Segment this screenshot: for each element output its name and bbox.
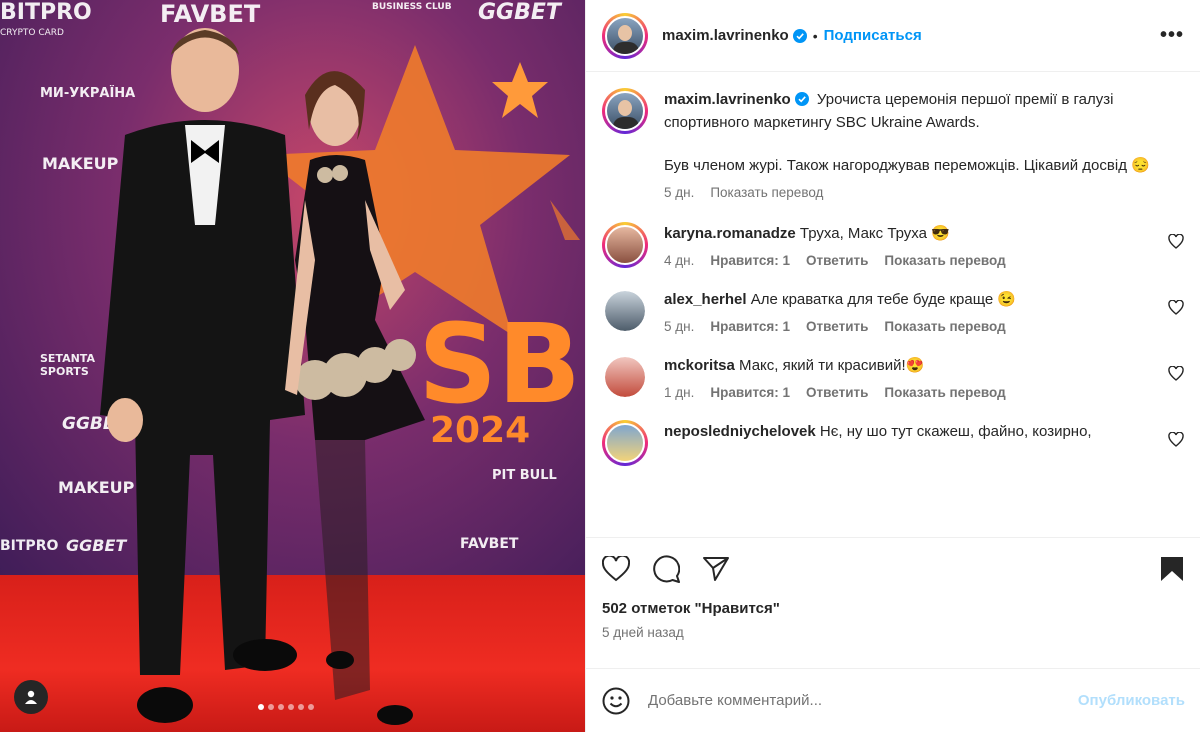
publish-button[interactable]: Опубликовать (1078, 692, 1185, 709)
comment-likes[interactable]: Нравится: 1 (710, 253, 790, 268)
author-avatar[interactable] (602, 12, 648, 59)
like-icon[interactable] (602, 556, 630, 582)
comment-text: neposledniychelovek Нє, ну шо тут скажеш… (664, 420, 1154, 443)
reply-button[interactable]: Ответить (806, 385, 868, 400)
comment-icon[interactable] (652, 555, 680, 583)
carousel-dot (268, 704, 274, 710)
star-graphic-small (492, 62, 548, 118)
follow-button[interactable]: Подписаться (824, 27, 922, 44)
comment-meta: 5 дн. Нравится: 1 Ответить Показать пере… (664, 319, 1154, 334)
comment-like-icon[interactable] (1168, 432, 1184, 448)
comment-body: Макс, який ти красивий!😍 (739, 357, 925, 374)
save-icon[interactable] (1160, 556, 1184, 582)
post-panel: maxim.lavrinenko • Подписаться ••• maxim… (585, 0, 1200, 732)
comment-item: alex_herhel Але краватка для тебе буде к… (602, 268, 1184, 334)
sponsor-logo: PIT BULL (492, 468, 557, 483)
caption-line-2: Був членом журі. Також нагороджував пере… (664, 157, 1150, 174)
caption-text: maxim.lavrinenko Урочиста церемонія перш… (664, 88, 1184, 134)
user-icon (25, 690, 37, 704)
comment-text: mckoritsa Макс, який ти красивий!😍 (664, 354, 1154, 377)
comment-time[interactable]: 5 дн. (664, 319, 694, 334)
comment-composer: Добавьте комментарий... Опубликовать (586, 668, 1200, 732)
commenter-avatar[interactable] (605, 291, 645, 331)
comments-list[interactable]: maxim.lavrinenko Урочиста церемонія перш… (586, 72, 1200, 537)
sponsor-logo: BUSINESS CLUB (372, 2, 452, 12)
commenter-avatar[interactable] (602, 420, 648, 466)
carousel-dot (308, 704, 314, 710)
comment-text: alex_herhel Але краватка для тебе буде к… (664, 288, 1154, 311)
action-bar: 502 отметок "Нравится" 5 дней назад (586, 537, 1200, 667)
post-header: maxim.lavrinenko • Подписаться ••• (586, 0, 1200, 72)
sponsor-logo: BITPRO (0, 538, 59, 554)
carousel-dot (298, 704, 304, 710)
caption: maxim.lavrinenko Урочиста церемонія перш… (602, 72, 1184, 200)
commenter-avatar[interactable] (605, 357, 645, 397)
commenter-username[interactable]: neposledniychelovek (664, 423, 816, 440)
carousel-indicator (258, 704, 314, 710)
commenter-username[interactable]: karyna.romanadze (664, 225, 796, 242)
share-icon[interactable] (702, 556, 730, 582)
comment-body: Але краватка для тебе буде краще 😉 (750, 291, 1017, 308)
likes-count[interactable]: 502 отметок "Нравится" (602, 600, 1184, 617)
sponsor-logo: FAVBET (160, 0, 261, 28)
commenter-avatar[interactable] (602, 222, 648, 268)
post-date: 5 дней назад (602, 625, 684, 640)
comment-meta: 1 дн. Нравится: 1 Ответить Показать пере… (664, 385, 1154, 400)
more-options-icon[interactable]: ••• (1160, 24, 1184, 47)
author-username[interactable]: maxim.lavrinenko (664, 91, 791, 108)
caption-meta: 5 дн. Показать перевод (664, 185, 1184, 200)
comment-item: neposledniychelovek Нє, ну шо тут скажеш… (602, 400, 1184, 466)
reply-button[interactable]: Ответить (806, 319, 868, 334)
comment-like-icon[interactable] (1168, 366, 1184, 382)
comment-meta: 4 дн. Нравится: 1 Ответить Показать пере… (664, 253, 1154, 268)
reply-button[interactable]: Ответить (806, 253, 868, 268)
comment-time[interactable]: 4 дн. (664, 253, 694, 268)
sponsor-logo: CRYPTO CARD (0, 28, 64, 38)
verified-icon (792, 28, 807, 43)
sponsor-logo: GGBET (478, 0, 561, 25)
author-username[interactable]: maxim.lavrinenko (662, 27, 789, 44)
comment-body: Труха, Макс Труха 😎 (799, 225, 950, 242)
sponsor-logo: BITPRO (0, 0, 92, 25)
comment-likes[interactable]: Нравится: 1 (710, 385, 790, 400)
translate-link[interactable]: Показать перевод (884, 319, 1005, 334)
comment-body: Нє, ну шо тут скажеш, файно, козирно, (819, 423, 1092, 440)
commenter-username[interactable]: mckoritsa (664, 357, 735, 374)
carousel-dot (278, 704, 284, 710)
author-avatar[interactable] (602, 88, 648, 134)
translate-link[interactable]: Показать перевод (710, 185, 823, 200)
comment-time[interactable]: 1 дн. (664, 385, 694, 400)
comment-item: karyna.romanadze Труха, Макс Труха 😎 4 д… (602, 200, 1184, 268)
comment-like-icon[interactable] (1168, 234, 1184, 250)
comment-item: mckoritsa Макс, який ти красивий!😍 1 дн.… (602, 334, 1184, 400)
carousel-dot (258, 704, 264, 710)
caption-time[interactable]: 5 дн. (664, 185, 694, 200)
comment-likes[interactable]: Нравится: 1 (710, 319, 790, 334)
comment-text: karyna.romanadze Труха, Макс Труха 😎 (664, 222, 1154, 245)
commenter-username[interactable]: alex_herhel (664, 291, 747, 308)
tagged-users-button[interactable] (14, 680, 48, 714)
person-woman (285, 71, 425, 725)
separator-dot: • (812, 27, 818, 44)
comment-input[interactable]: Добавьте комментарий... (648, 692, 1078, 709)
comment-like-icon[interactable] (1168, 300, 1184, 316)
verified-icon (794, 92, 809, 106)
emoji-icon[interactable] (602, 687, 630, 715)
post-media[interactable]: SBC 2024 BITPRO CRYPTO CARD FAVBET BUSIN… (0, 0, 585, 732)
translate-link[interactable]: Показать перевод (884, 253, 1005, 268)
translate-link[interactable]: Показать перевод (884, 385, 1005, 400)
carousel-dot (288, 704, 294, 710)
